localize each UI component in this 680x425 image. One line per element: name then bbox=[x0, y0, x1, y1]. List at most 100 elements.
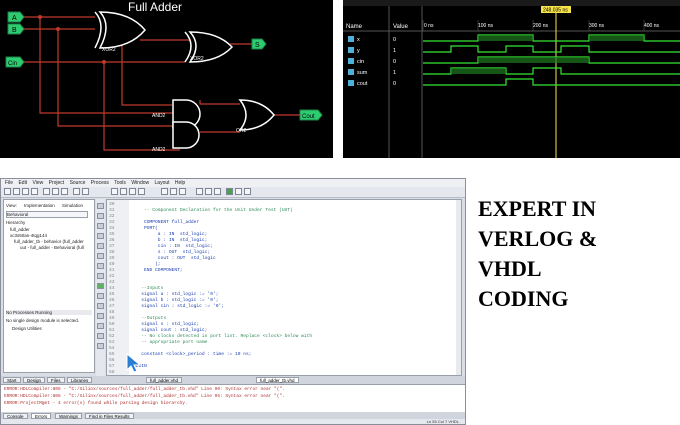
sig-x-name: x bbox=[357, 37, 360, 43]
menu-edit[interactable]: Edit bbox=[18, 179, 27, 187]
menu-window[interactable]: Window bbox=[131, 179, 149, 187]
design-pane: View: Implementation Simulation Behavior… bbox=[3, 199, 95, 373]
window-icon[interactable] bbox=[161, 188, 168, 195]
cut-icon[interactable] bbox=[43, 188, 50, 195]
side-tool-14-icon[interactable] bbox=[97, 333, 104, 339]
line-number: 33 bbox=[109, 220, 115, 225]
line-number: 43 bbox=[109, 280, 115, 285]
tab-start[interactable]: Start bbox=[3, 377, 21, 383]
tree-item-testbench[interactable]: full_adder_tb - behavior (full_adder bbox=[14, 239, 84, 244]
simulation-radio[interactable]: Simulation bbox=[62, 203, 83, 208]
code-line: a : IN std_logic; bbox=[133, 232, 208, 237]
menu-project[interactable]: Project bbox=[49, 179, 65, 187]
side-toolbar bbox=[96, 199, 105, 379]
sig-y-name: y bbox=[357, 48, 360, 54]
processes-status: No Processes Running bbox=[6, 310, 92, 315]
properties-icon[interactable] bbox=[138, 188, 145, 195]
code-line: signal a : std_logic := '0'; bbox=[133, 292, 219, 297]
paste-icon[interactable] bbox=[61, 188, 68, 195]
side-tool-8-icon[interactable] bbox=[97, 273, 104, 279]
zoom-icon[interactable] bbox=[120, 188, 127, 195]
implementation-radio[interactable]: Implementation bbox=[24, 203, 55, 208]
code-line: constant <clock>_period : time := 10 ns; bbox=[133, 352, 252, 357]
undo-icon[interactable] bbox=[73, 188, 80, 195]
design-utilities-item[interactable]: Design Utilities bbox=[12, 326, 42, 331]
line-number: 36 bbox=[109, 238, 115, 243]
side-tool-12-icon[interactable] bbox=[97, 313, 104, 319]
line-number: 55 bbox=[109, 352, 115, 357]
sigma-icon[interactable] bbox=[196, 188, 203, 195]
line-number: 32 bbox=[109, 214, 115, 219]
side-tool-5-icon[interactable] bbox=[97, 243, 104, 249]
tab-full-adder-vhd[interactable]: full_adder.vhd bbox=[146, 377, 183, 383]
side-tool-9-icon[interactable] bbox=[97, 283, 104, 289]
sig-x-value: 0 bbox=[393, 37, 396, 43]
stop-icon[interactable] bbox=[235, 188, 242, 195]
run-icon[interactable] bbox=[226, 188, 233, 195]
line-number: 50 bbox=[109, 322, 115, 327]
code-line: -- No clocks detected in port list. Repl… bbox=[133, 334, 313, 339]
code-editor[interactable]: 30 31 32 33 34 35 36 37 38 39 40 41 42 43 44 45 46 47 48 49… bbox=[106, 199, 462, 376]
sig-cin-value: 0 bbox=[393, 59, 396, 65]
menu-help[interactable]: Help bbox=[175, 179, 185, 187]
side-tool-2-icon[interactable] bbox=[97, 213, 104, 219]
side-tool-1-icon[interactable] bbox=[97, 203, 104, 209]
checkmark-icon[interactable] bbox=[205, 188, 212, 195]
menu-process[interactable]: Process bbox=[91, 179, 109, 187]
code-line: --Outputs bbox=[133, 316, 167, 321]
side-tool-10-icon[interactable] bbox=[97, 293, 104, 299]
circuit-schematic: Full Adder A B Cin S Cout XOR2 XOR2 AND2… bbox=[0, 0, 333, 158]
help-icon[interactable] bbox=[244, 188, 251, 195]
copy-icon[interactable] bbox=[52, 188, 59, 195]
tab-files[interactable]: Files bbox=[47, 377, 65, 383]
find-icon[interactable] bbox=[111, 188, 118, 195]
tab-libraries[interactable]: Libraries bbox=[67, 377, 93, 383]
tab-design[interactable]: Design bbox=[23, 377, 46, 383]
menu-tools[interactable]: Tools bbox=[114, 179, 126, 187]
line-number: 45 bbox=[109, 292, 115, 297]
side-tool-7-icon[interactable] bbox=[97, 263, 104, 269]
side-tool-6-icon[interactable] bbox=[97, 253, 104, 259]
tree-item-project[interactable]: full_adder bbox=[10, 227, 30, 232]
no-design-message: No single design module is selected. bbox=[6, 318, 80, 323]
layout-icon[interactable] bbox=[129, 188, 136, 195]
open-file-icon[interactable] bbox=[13, 188, 20, 195]
code-line: cin : IN std_logic; bbox=[133, 244, 213, 249]
menu-file[interactable]: File bbox=[5, 179, 13, 187]
menu-view[interactable]: View bbox=[32, 179, 43, 187]
cursor-position: Ln 55 Col 7 VHDL bbox=[426, 419, 459, 424]
menu-layout[interactable]: Layout bbox=[155, 179, 170, 187]
line-number: 51 bbox=[109, 328, 115, 333]
headline-line: EXPERT IN bbox=[478, 196, 597, 221]
editor-scrollbar[interactable] bbox=[456, 200, 461, 375]
code-area[interactable]: -- Component Declaration for the Unit Un… bbox=[131, 200, 461, 375]
tile-icon[interactable] bbox=[179, 188, 186, 195]
tree-item-device[interactable]: xc3s50an-4tqg144 bbox=[10, 233, 47, 238]
input-b-label: B bbox=[12, 27, 17, 34]
line-number: 35 bbox=[109, 232, 115, 237]
code-line: COMPONENT full_adder bbox=[133, 220, 200, 225]
line-number: 57 bbox=[109, 364, 115, 369]
behavior-select[interactable]: Behavioral bbox=[6, 211, 88, 218]
side-tool-11-icon[interactable] bbox=[97, 303, 104, 309]
code-line: END COMPONENT; bbox=[133, 268, 183, 273]
tree-item-uut[interactable]: uut - full_adder - Behavioral (full bbox=[20, 245, 84, 250]
side-tool-13-icon[interactable] bbox=[97, 323, 104, 329]
hierarchy-icon[interactable] bbox=[214, 188, 221, 195]
console-line: ERROR:ProjectMgmt - 4 error(s) found whi… bbox=[4, 401, 188, 406]
side-tool-3-icon[interactable] bbox=[97, 223, 104, 229]
cascade-icon[interactable] bbox=[170, 188, 177, 195]
save-icon[interactable] bbox=[22, 188, 29, 195]
tab-full-adder-tb-vhd[interactable]: full_adder_tb.vhd bbox=[256, 377, 299, 383]
redo-icon[interactable] bbox=[82, 188, 89, 195]
side-tool-15-icon[interactable] bbox=[97, 343, 104, 349]
wave-col-value: Value bbox=[393, 24, 409, 30]
line-number: 39 bbox=[109, 256, 115, 261]
side-tool-4-icon[interactable] bbox=[97, 233, 104, 239]
line-number: 44 bbox=[109, 286, 115, 291]
save-all-icon[interactable] bbox=[31, 188, 38, 195]
gate-and2-label: AND2 bbox=[152, 147, 166, 153]
new-file-icon[interactable] bbox=[4, 188, 11, 195]
line-number: 41 bbox=[109, 268, 115, 273]
menu-source[interactable]: Source bbox=[70, 179, 86, 187]
